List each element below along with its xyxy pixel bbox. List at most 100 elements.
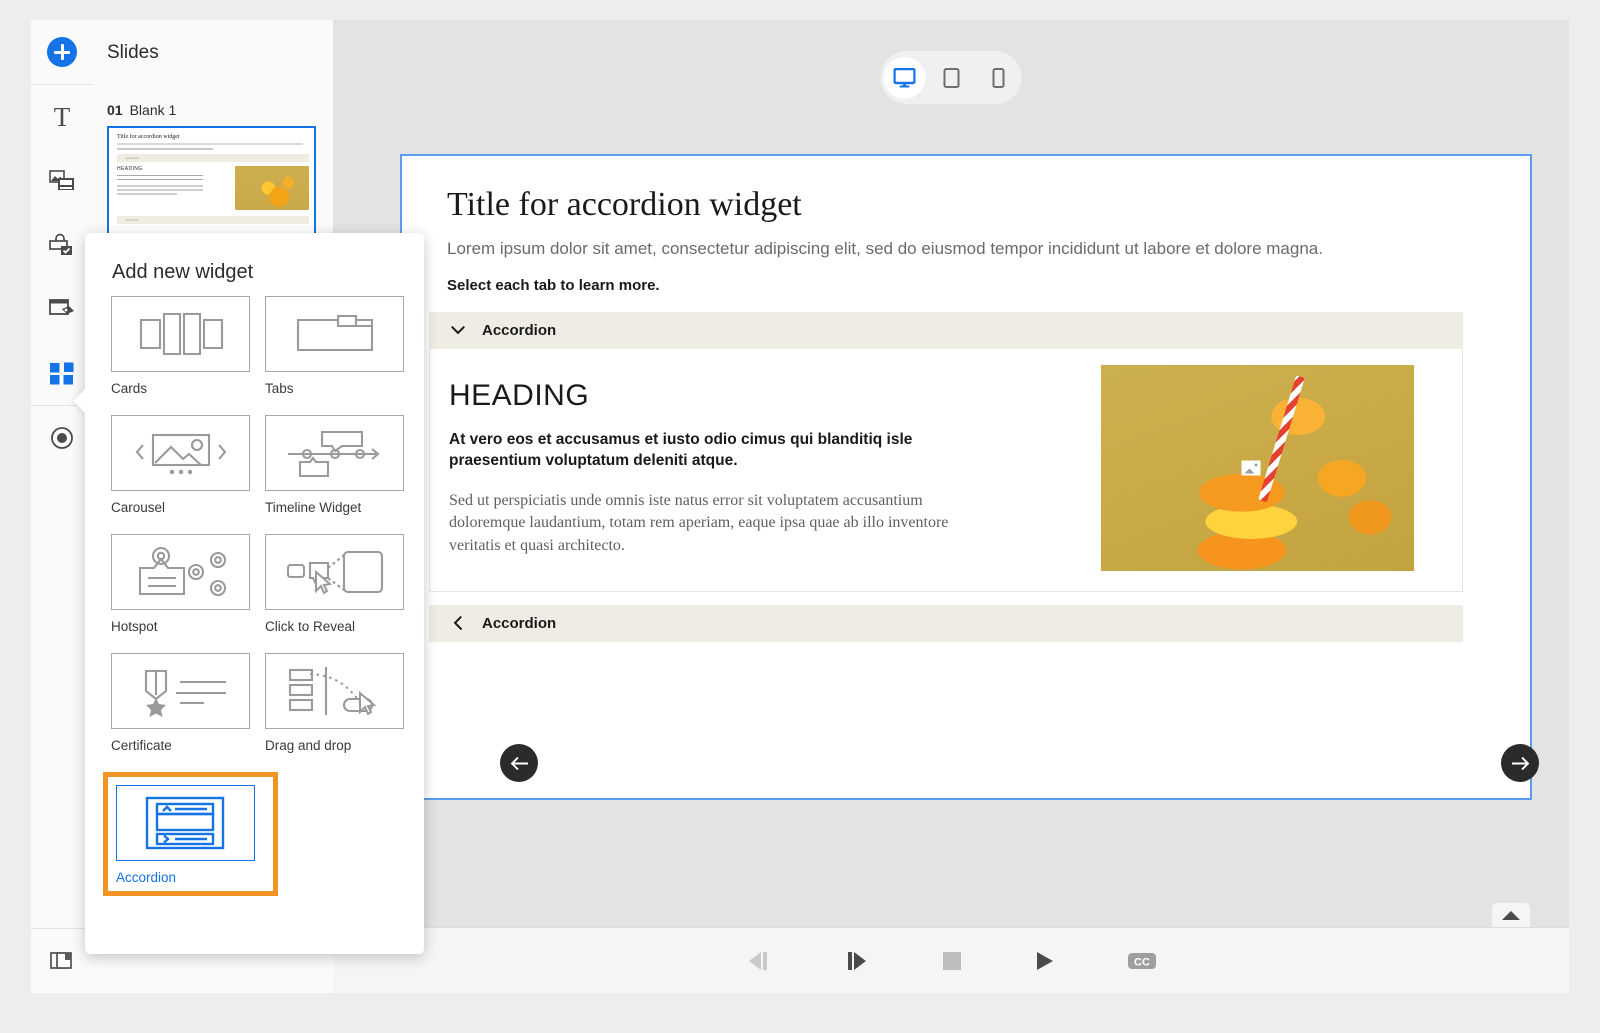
accordion-bold-text: At vero eos et accusamus et iusto odio c… <box>449 430 913 470</box>
left-toolbar-bottom <box>31 928 93 993</box>
cards-icon-box <box>111 296 250 372</box>
widget-item-cards[interactable]: Cards <box>111 296 257 396</box>
device-preview-bar <box>880 51 1022 104</box>
slide-instruction: Select each tab to learn more. <box>447 276 660 294</box>
widget-label: Timeline Widget <box>265 500 362 515</box>
thumb-line-short <box>117 148 213 150</box>
media-icon <box>49 170 74 190</box>
accordion-label: Accordion <box>482 321 557 339</box>
accordion-panel-1: HEADING At vero eos et accusamus et iust… <box>429 348 1463 592</box>
widget-item-tabs[interactable]: Tabs <box>265 296 411 396</box>
pages-tool[interactable] <box>31 929 93 993</box>
accordion-header-1[interactable]: Accordion <box>429 311 1463 349</box>
widget-label: Click to Reveal <box>265 619 356 634</box>
interaction-icon <box>49 233 72 255</box>
widget-item-click-to-reveal[interactable]: Click to Reveal <box>265 534 411 634</box>
timeline-icon <box>288 430 380 478</box>
tablet-icon <box>943 67 959 88</box>
page-title: Title for accordion widget <box>447 186 802 223</box>
play-button[interactable] <box>1033 950 1057 972</box>
widget-grid: Cards Tabs Carousel Timeline Widget Hots… <box>85 284 421 915</box>
stage: Title for accordion widget Lorem ipsum d… <box>333 20 1569 993</box>
image-placeholder-icon <box>1241 460 1261 476</box>
widget-item-accordion[interactable]: Accordion <box>103 772 278 896</box>
widget-label: Accordion <box>116 870 177 885</box>
accordion-image[interactable] <box>1101 364 1414 571</box>
timeline-icon-box <box>265 415 404 491</box>
accordion-header-2[interactable]: Accordion <box>429 604 1463 642</box>
device-mobile[interactable] <box>977 57 1019 99</box>
thumb-para <box>117 178 203 180</box>
slide-thumbnail[interactable]: Title for accordion widget accordion HEA… <box>107 126 316 243</box>
next-slide-arrow[interactable] <box>1501 744 1539 782</box>
thumb-accordion-body: HEADING <box>117 166 309 210</box>
slide-number: 01 <box>107 102 123 118</box>
add-button[interactable] <box>31 20 93 84</box>
timeline-expand-icon <box>1502 911 1520 920</box>
device-tablet[interactable] <box>930 57 972 99</box>
record-icon <box>51 427 73 449</box>
accordion-icon <box>145 796 225 850</box>
popup-notch <box>73 388 86 414</box>
thumb-heading: HEADING <box>117 166 143 172</box>
interactions-tool[interactable] <box>31 213 93 277</box>
timeline-expand-button[interactable] <box>1492 903 1530 928</box>
mobile-icon <box>992 67 1004 88</box>
thumb-line <box>117 143 303 145</box>
widget-label: Drag and drop <box>265 738 352 753</box>
stop-icon <box>943 951 961 970</box>
widget-item-drag-and-drop[interactable]: Drag and drop <box>265 653 411 753</box>
desktop-icon <box>893 67 915 87</box>
thumb-para <box>117 174 203 176</box>
thumb-body-left: HEADING <box>117 166 231 210</box>
step-backward-icon <box>749 951 767 970</box>
slide-canvas[interactable]: Title for accordion widget Lorem ipsum d… <box>400 154 1539 800</box>
next-frame-button[interactable] <box>843 950 871 972</box>
slide-list: 01 Blank 1 Title for accordion widget acc… <box>93 64 333 243</box>
previous-slide-arrow[interactable] <box>500 744 538 782</box>
widget-item-carousel[interactable]: Carousel <box>111 415 257 515</box>
thumb-accordion-header-2: accordion <box>117 216 309 224</box>
widgets-icon <box>50 361 74 384</box>
media-tool[interactable] <box>31 149 93 213</box>
chevron-down-icon <box>450 323 466 338</box>
previous-frame-button[interactable] <box>745 950 773 972</box>
play-icon <box>1037 951 1053 970</box>
stop-button[interactable] <box>941 950 963 972</box>
record-tool[interactable] <box>31 406 93 470</box>
device-desktop[interactable] <box>883 56 925 99</box>
click-to-reveal-icon <box>286 550 384 595</box>
text-icon: T <box>53 101 71 132</box>
straw-decoration <box>1257 375 1305 503</box>
thumb-accordion-label: accordion <box>126 156 140 160</box>
tabs-icon-box <box>265 296 404 372</box>
plus-circle-icon <box>47 37 77 67</box>
widget-item-certificate[interactable]: Certificate <box>111 653 257 753</box>
widget-label: Cards <box>111 381 148 396</box>
closed-captions-button[interactable]: CC <box>1127 951 1157 971</box>
slide-subtitle: Lorem ipsum dolor sit amet, consectetur … <box>447 239 1323 258</box>
states-icon <box>49 299 74 315</box>
widget-item-hotspot[interactable]: Hotspot <box>111 534 257 634</box>
playback-toolbar: CC <box>333 927 1569 993</box>
widget-item-timeline[interactable]: Timeline Widget <box>265 415 411 515</box>
step-forward-icon <box>848 951 866 970</box>
arrow-right-icon <box>1511 756 1529 770</box>
svg-text:CC: CC <box>1134 956 1150 968</box>
hotspot-icon-box <box>111 534 250 610</box>
drag-and-drop-icon-box <box>265 653 404 729</box>
thumb-para <box>117 193 177 195</box>
hotspot-icon <box>138 546 227 597</box>
states-tool[interactable] <box>31 277 93 341</box>
thumb-accordion-header-1: accordion <box>117 154 309 162</box>
widget-label: Certificate <box>111 738 172 753</box>
certificate-icon <box>144 669 226 717</box>
carousel-icon-box <box>111 415 250 491</box>
widget-label: Carousel <box>111 500 166 515</box>
text-tool[interactable]: T <box>31 85 93 149</box>
thumb-para <box>117 185 203 187</box>
chevron-right-icon <box>451 615 466 631</box>
cc-icon: CC <box>1128 952 1156 969</box>
accordion-heading: HEADING <box>449 378 590 412</box>
pages-icon <box>50 952 72 969</box>
